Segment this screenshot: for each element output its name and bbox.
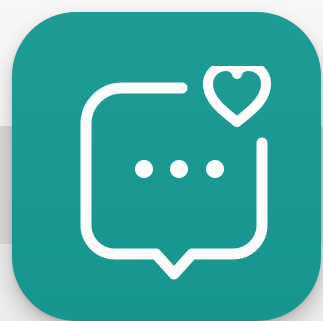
app-icon[interactable] bbox=[12, 12, 321, 321]
icon-preview bbox=[0, 0, 323, 321]
chat-bubble-heart-icon bbox=[80, 66, 271, 280]
